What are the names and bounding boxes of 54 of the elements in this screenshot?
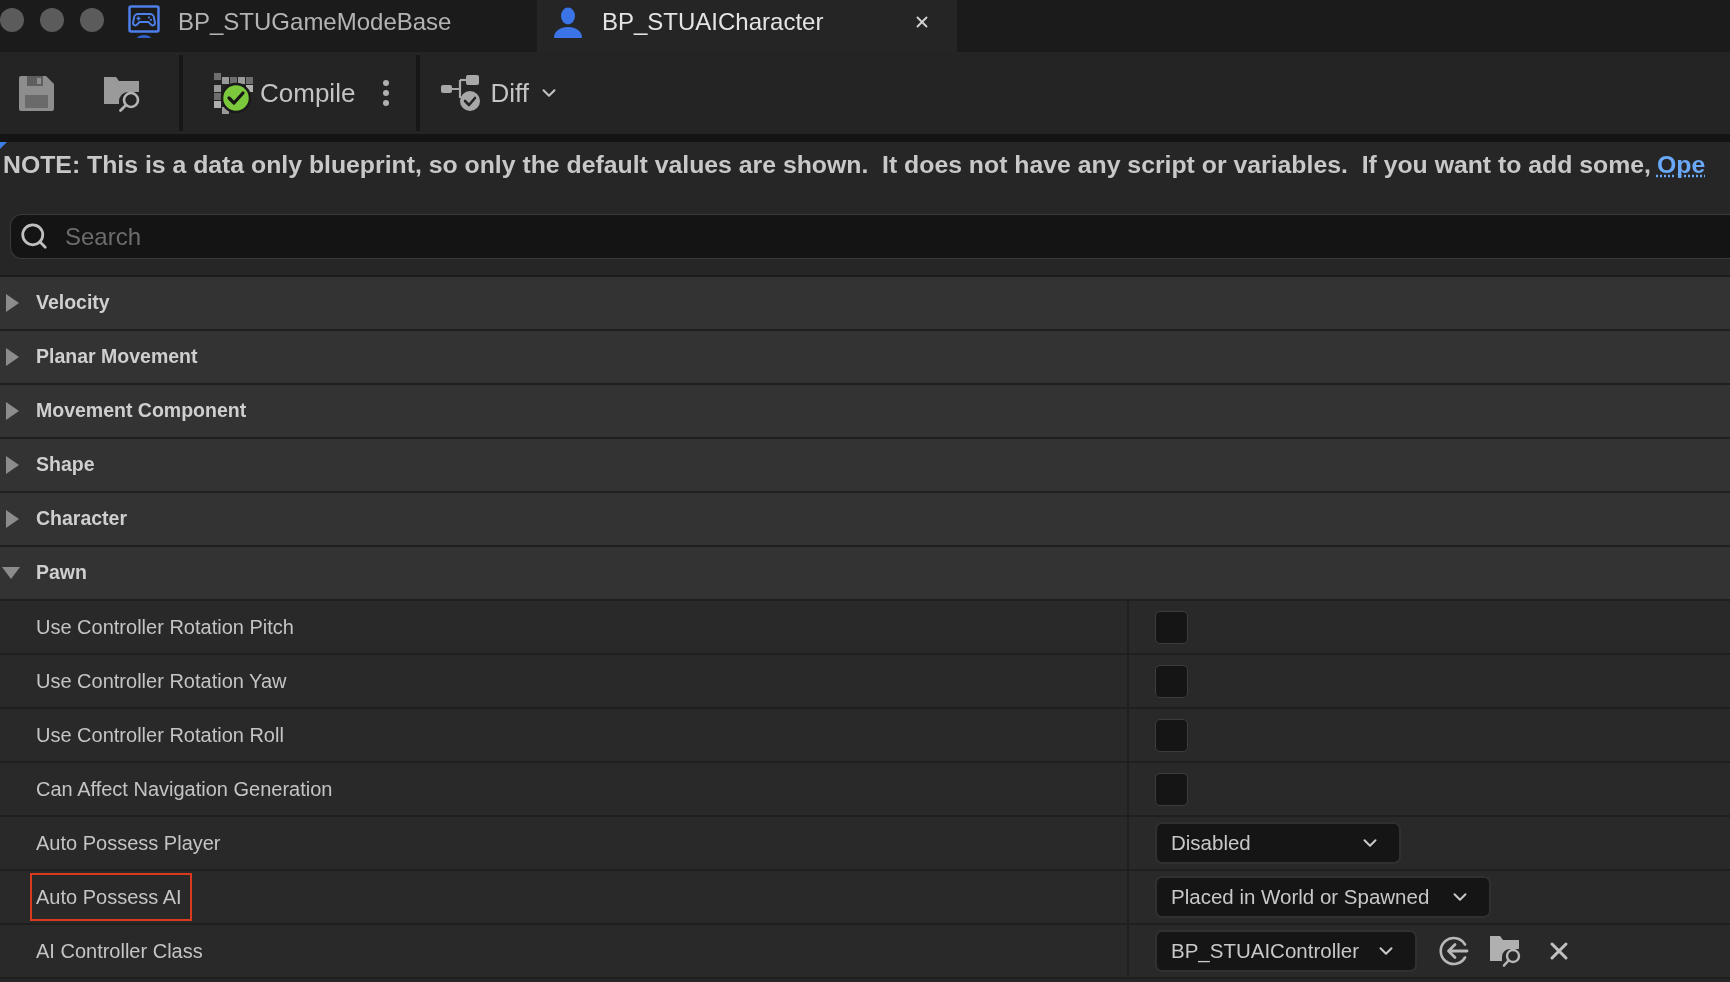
tab[interactable]: BP_STUGameModeBase [128,0,452,44]
window-control-icon[interactable] [80,8,104,32]
property-label: Auto Possess AI [30,873,192,921]
tab[interactable]: BP_STUAICharacter [537,0,957,52]
open-link[interactable]: Ope [1656,151,1706,178]
category-header[interactable]: Movement Component [0,385,1730,439]
category-title: Planar Movement [36,344,198,370]
window-control-icon[interactable] [0,8,24,32]
category-title: Shape [36,452,95,478]
expand-arrow-icon[interactable] [6,456,19,474]
category-header[interactable]: Planar Movement [0,331,1730,385]
window-control-icon[interactable] [40,8,64,32]
person-silhouette-icon [552,6,584,38]
kebab-menu-icon [383,80,390,106]
note-text: NOTE: This is a data only blueprint, so only the default values are shown. It does not have any script or variables. If you want to add some, Ope [2,151,1707,179]
checkbox[interactable] [1155,718,1188,752]
dropdown[interactable]: Disabled [1155,822,1401,864]
folder-search-icon[interactable] [1490,935,1522,967]
property-label: Can Affect Navigation Generation [36,777,333,802]
compile-status-icon [212,72,253,114]
gamepad-icon [128,5,160,39]
search-icon [19,221,49,251]
checkbox[interactable] [1155,664,1188,698]
save-button[interactable] [17,73,56,113]
close-icon[interactable] [913,13,931,31]
checkbox[interactable] [1155,610,1188,644]
category-title: Velocity [36,290,110,316]
category-title: Pawn [36,560,87,586]
property-label: AI Controller Class [36,939,203,964]
expand-arrow-icon[interactable] [6,402,19,420]
compile-button[interactable]: Compile [212,72,356,114]
arrow-left-circle-icon[interactable] [1439,936,1469,966]
property-label: Use Controller Rotation Yaw [36,669,287,694]
class-dropdown[interactable]: BP_STUAIController [1155,930,1417,972]
expand-arrow-icon[interactable] [6,348,19,366]
diff-nodes-icon [441,74,483,112]
category-header[interactable]: Shape [0,439,1730,493]
corner-marker-icon [0,142,7,149]
diff-button[interactable]: Diff [441,73,560,113]
property-label: Use Controller Rotation Roll [36,723,284,748]
category-title: Character [36,506,128,532]
search-field[interactable]: Search [10,214,1730,259]
category-header[interactable]: Character [0,493,1730,547]
category-title: Movement Component [36,398,247,424]
collapse-arrow-icon[interactable] [2,567,20,579]
expand-arrow-icon[interactable] [6,294,19,312]
expand-arrow-icon[interactable] [6,510,19,528]
property-label: Auto Possess Player [36,831,221,856]
category-header[interactable]: Velocity [0,277,1730,331]
dropdown[interactable]: Placed in World or Spawned [1155,876,1492,918]
category-header[interactable]: Pawn [0,547,1730,601]
more-options-button[interactable] [381,78,392,108]
property-label: Use Controller Rotation Pitch [36,615,294,640]
checkbox[interactable] [1155,772,1188,806]
